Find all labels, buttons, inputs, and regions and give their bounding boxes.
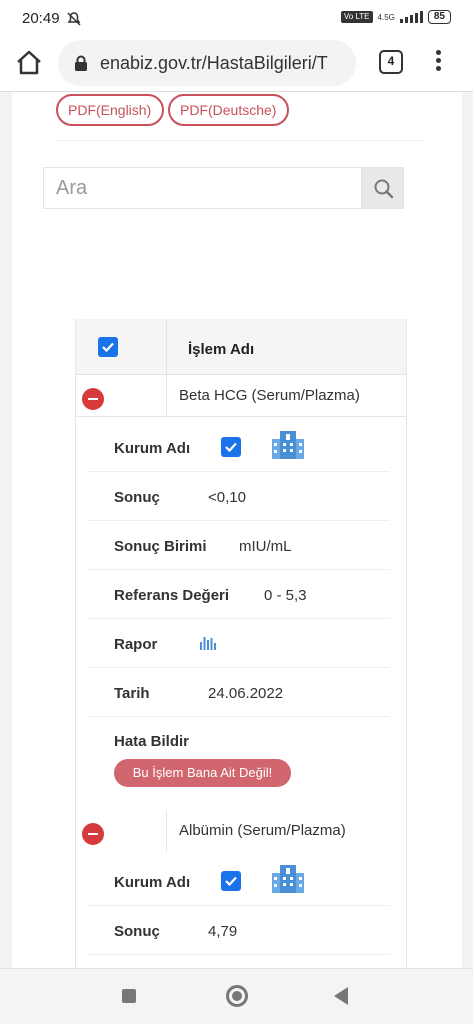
system-nav-bar [0,968,473,1024]
collapse-row-button[interactable] [82,823,104,845]
value-sonuc: 4,79 [208,923,238,940]
hospital-icon[interactable] [271,863,305,895]
mute-icon [66,11,82,32]
battery-icon: 85 [427,10,451,24]
search-icon [374,179,394,199]
table-header: İşlem Adı [76,319,406,375]
back-button[interactable] [334,987,348,1005]
collapse-row-button[interactable] [82,388,104,410]
value-referans-degeri: 0 - 5,3 [264,587,307,604]
kurum-checkbox[interactable] [221,437,241,457]
detail-row-sonuc: Sonuç <0,10 [88,472,390,521]
table-row: Beta HCG (Serum/Plazma) [76,375,406,417]
column-header-islem-adi: İşlem Adı [188,341,255,358]
detail-row-sonuc: Sonuç 4,79 [88,906,390,955]
content-card: PDF(English) PDF(Deutsche) Ara İşlem Adı… [12,92,462,968]
home-icon [17,50,41,75]
results-table: İşlem Adı Beta HCG (Serum/Plazma) Kurum … [75,319,407,968]
value-tarih: 24.06.2022 [208,685,284,702]
divider [56,140,424,141]
tab-switcher-button[interactable]: 4 [379,50,403,74]
browser-toolbar: enabiz.gov.tr/HastaBilgileri/T 4 [0,36,473,92]
search-button[interactable] [362,167,404,209]
detail-row-kurum: Kurum Adı [88,857,390,906]
label-kurum-adi: Kurum Adı [114,874,191,891]
label-sonuc: Sonuç [114,923,160,940]
page-content: PDF(English) PDF(Deutsche) Ara İşlem Adı… [0,92,473,968]
label-rapor: Rapor [114,636,158,653]
hospital-icon[interactable] [271,429,305,461]
label-referans-degeri: Referans Değeri [114,587,230,604]
overflow-menu-button[interactable] [432,50,444,76]
home-button[interactable] [14,48,44,78]
pdf-english-button[interactable]: PDF(English) [56,94,164,126]
detail-row-kurum: Kurum Adı [88,423,390,472]
test-name: Albümin (Serum/Plazma) [179,822,346,839]
lock-icon [74,55,88,76]
detail-row-tarih: Tarih 24.06.2022 [88,668,390,717]
label-kurum-adi: Kurum Adı [114,440,191,457]
select-all-checkbox[interactable] [98,337,118,357]
test-name: Beta HCG (Serum/Plazma) [179,387,360,404]
signal-icon [399,11,423,23]
label-hata-bildir: Hata Bildir [114,733,190,750]
label-sonuc: Sonuç [114,489,160,506]
value-sonuc-birimi: mIU/mL [239,538,292,555]
url-text: enabiz.gov.tr/HastaBilgileri/T [100,53,328,73]
url-bar[interactable]: enabiz.gov.tr/HastaBilgileri/T [58,40,356,86]
network-type: 4.5G [377,12,395,22]
search-input[interactable]: Ara [43,167,362,209]
home-nav-button[interactable] [226,985,248,1007]
value-sonuc: <0,10 [208,489,246,506]
label-tarih: Tarih [114,685,150,702]
report-chart-icon[interactable] [199,633,217,651]
label-sonuc-birimi: Sonuç Birimi [114,538,207,555]
table-row: Albümin (Serum/Plazma) [76,810,406,852]
pdf-deutsche-button[interactable]: PDF(Deutsche) [168,94,289,126]
report-error-button[interactable]: Bu İşlem Bana Ait Değil! [114,759,291,787]
kurum-checkbox[interactable] [221,871,241,891]
status-bar: 20:49 Vo LTE 4.5G 85 [0,0,473,36]
detail-row-birim: Sonuç Birimi mIU/mL [88,521,390,570]
detail-row-referans: Referans Değeri 0 - 5,3 [88,570,390,619]
status-indicators: Vo LTE 4.5G 85 [340,10,451,24]
recents-button[interactable] [122,989,136,1003]
detail-row-rapor: Rapor [88,619,390,668]
volte-icon: Vo LTE [340,11,373,23]
status-time: 20:49 [22,10,60,27]
